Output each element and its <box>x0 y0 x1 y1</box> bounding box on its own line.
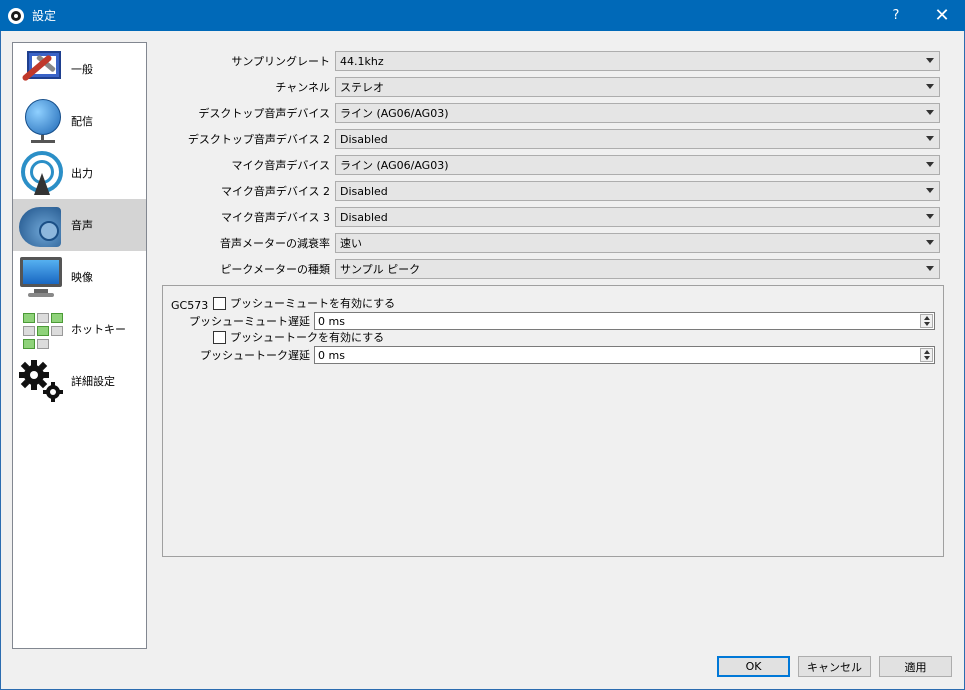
channels-row: チャンネル ステレオ <box>162 77 944 97</box>
gears-icon <box>17 357 65 405</box>
channels-value: ステレオ <box>340 81 384 94</box>
mic-audio-label: マイク音声デバイス <box>231 159 330 172</box>
meter-decay-value: 速い <box>340 237 362 250</box>
mic-audio-3-label: マイク音声デバイス 3 <box>221 211 330 224</box>
chevron-down-icon <box>926 266 934 271</box>
sidebar-item-hotkeys[interactable]: ホットキー <box>13 303 146 355</box>
mic-audio-3-select[interactable]: Disabled <box>335 207 940 227</box>
sidebar-item-label: 詳細設定 <box>71 375 115 388</box>
mic-audio-value: ライン (AG06/AG03) <box>340 159 449 172</box>
desktop-audio-2-select[interactable]: Disabled <box>335 129 940 149</box>
chevron-down-icon <box>926 240 934 245</box>
sidebar-item-advanced[interactable]: 詳細設定 <box>13 355 146 407</box>
close-button[interactable]: ✕ <box>919 0 965 31</box>
window-title: 設定 <box>32 9 57 23</box>
chevron-up-icon[interactable] <box>924 350 930 354</box>
sidebar-item-audio[interactable]: 音声 <box>13 199 146 251</box>
spin-stepper[interactable] <box>920 348 933 362</box>
globe-icon <box>17 97 65 145</box>
chevron-down-icon <box>926 84 934 89</box>
desktop-audio-row: デスクトップ音声デバイス ライン (AG06/AG03) <box>162 103 944 123</box>
sidebar-item-label: 音声 <box>71 219 93 232</box>
push-to-mute-label: プッシューミュートを有効にする <box>230 297 396 310</box>
device-group-title: GC573 <box>171 299 209 312</box>
push-to-mute-checkbox-row[interactable]: プッシューミュートを有効にする <box>213 296 395 310</box>
push-to-talk-delay-row: プッシュートーク遅延 0 ms <box>173 346 935 364</box>
settings-sidebar: 一般 配信 出力 音声 映像 ホットキー 詳細設定 <box>12 42 147 649</box>
spin-stepper[interactable] <box>920 314 933 328</box>
peak-meter-type-select[interactable]: サンプル ピーク <box>335 259 940 279</box>
push-to-talk-label: プッシュートークを有効にする <box>230 331 385 344</box>
mic-audio-row: マイク音声デバイス ライン (AG06/AG03) <box>162 155 944 175</box>
push-to-mute-checkbox[interactable] <box>213 296 226 310</box>
apply-button[interactable]: 適用 <box>879 656 952 677</box>
peak-meter-type-value: サンプル ピーク <box>340 263 421 276</box>
sidebar-item-label: 出力 <box>71 167 93 180</box>
sidebar-item-label: 配信 <box>71 115 93 128</box>
sidebar-item-video[interactable]: 映像 <box>13 251 146 303</box>
mic-audio-2-label: マイク音声デバイス 2 <box>221 185 330 198</box>
chevron-up-icon[interactable] <box>924 316 930 320</box>
mic-audio-3-value: Disabled <box>340 210 388 224</box>
desktop-audio-label: デスクトップ音声デバイス <box>198 107 330 120</box>
title-bar: 設定 ? ✕ <box>0 0 965 31</box>
channels-label: チャンネル <box>275 81 330 94</box>
ok-button[interactable]: OK <box>717 656 790 677</box>
push-to-talk-checkbox-row[interactable]: プッシュートークを有効にする <box>213 330 384 344</box>
sample-rate-label: サンプリングレート <box>231 55 330 68</box>
meter-decay-label: 音声メーターの減衰率 <box>220 237 330 250</box>
monitor-icon <box>17 253 65 301</box>
desktop-audio-2-label: デスクトップ音声デバイス 2 <box>187 133 330 146</box>
device-hotkey-group: GC573 プッシューミュートを有効にする プッシューミュート遅延 0 ms プ… <box>162 285 944 557</box>
push-to-mute-delay-value: 0 ms <box>318 314 345 328</box>
push-to-talk-checkbox[interactable] <box>213 330 226 344</box>
push-to-talk-delay-input[interactable]: 0 ms <box>314 346 935 364</box>
chevron-down-icon[interactable] <box>924 356 930 360</box>
mic-audio-3-row: マイク音声デバイス 3 Disabled <box>162 207 944 227</box>
desktop-audio-select[interactable]: ライン (AG06/AG03) <box>335 103 940 123</box>
sidebar-item-label: 映像 <box>71 271 93 284</box>
sidebar-item-label: 一般 <box>71 63 93 76</box>
chevron-down-icon[interactable] <box>924 322 930 326</box>
push-to-mute-delay-label: プッシューミュート遅延 <box>189 315 310 328</box>
peak-meter-type-row: ピークメーターの種類 サンプル ピーク <box>162 259 944 279</box>
channels-select[interactable]: ステレオ <box>335 77 940 97</box>
sample-rate-select[interactable]: 44.1khz <box>335 51 940 71</box>
sidebar-item-general[interactable]: 一般 <box>13 43 146 95</box>
mic-audio-2-row: マイク音声デバイス 2 Disabled <box>162 181 944 201</box>
chevron-down-icon <box>926 58 934 63</box>
chevron-down-icon <box>926 188 934 193</box>
mic-audio-2-select[interactable]: Disabled <box>335 181 940 201</box>
peak-meter-type-label: ピークメーターの種類 <box>220 263 330 276</box>
push-to-mute-delay-input[interactable]: 0 ms <box>314 312 935 330</box>
general-tools-icon <box>17 45 65 93</box>
chevron-down-icon <box>926 162 934 167</box>
sidebar-item-stream[interactable]: 配信 <box>13 95 146 147</box>
push-to-mute-delay-row: プッシューミュート遅延 0 ms <box>173 312 935 330</box>
broadcast-tower-icon <box>17 149 65 197</box>
sidebar-item-output[interactable]: 出力 <box>13 147 146 199</box>
sample-rate-row: サンプリングレート 44.1khz <box>162 51 944 71</box>
keyboard-icon <box>17 305 65 353</box>
desktop-audio-2-row: デスクトップ音声デバイス 2 Disabled <box>162 129 944 149</box>
help-button[interactable]: ? <box>873 0 919 31</box>
speaker-icon <box>17 201 65 249</box>
push-to-talk-delay-label: プッシュートーク遅延 <box>200 349 310 362</box>
obs-logo-icon <box>8 7 24 24</box>
chevron-down-icon <box>926 110 934 115</box>
desktop-audio-value: ライン (AG06/AG03) <box>340 107 449 120</box>
desktop-audio-2-value: Disabled <box>340 132 388 146</box>
meter-decay-select[interactable]: 速い <box>335 233 940 253</box>
push-to-talk-delay-value: 0 ms <box>318 348 345 362</box>
cancel-button[interactable]: キャンセル <box>798 656 871 677</box>
sample-rate-value: 44.1khz <box>340 54 384 68</box>
mic-audio-2-value: Disabled <box>340 184 388 198</box>
sidebar-item-label: ホットキー <box>71 323 126 336</box>
chevron-down-icon <box>926 214 934 219</box>
mic-audio-select[interactable]: ライン (AG06/AG03) <box>335 155 940 175</box>
chevron-down-icon <box>926 136 934 141</box>
meter-decay-row: 音声メーターの減衰率 速い <box>162 233 944 253</box>
